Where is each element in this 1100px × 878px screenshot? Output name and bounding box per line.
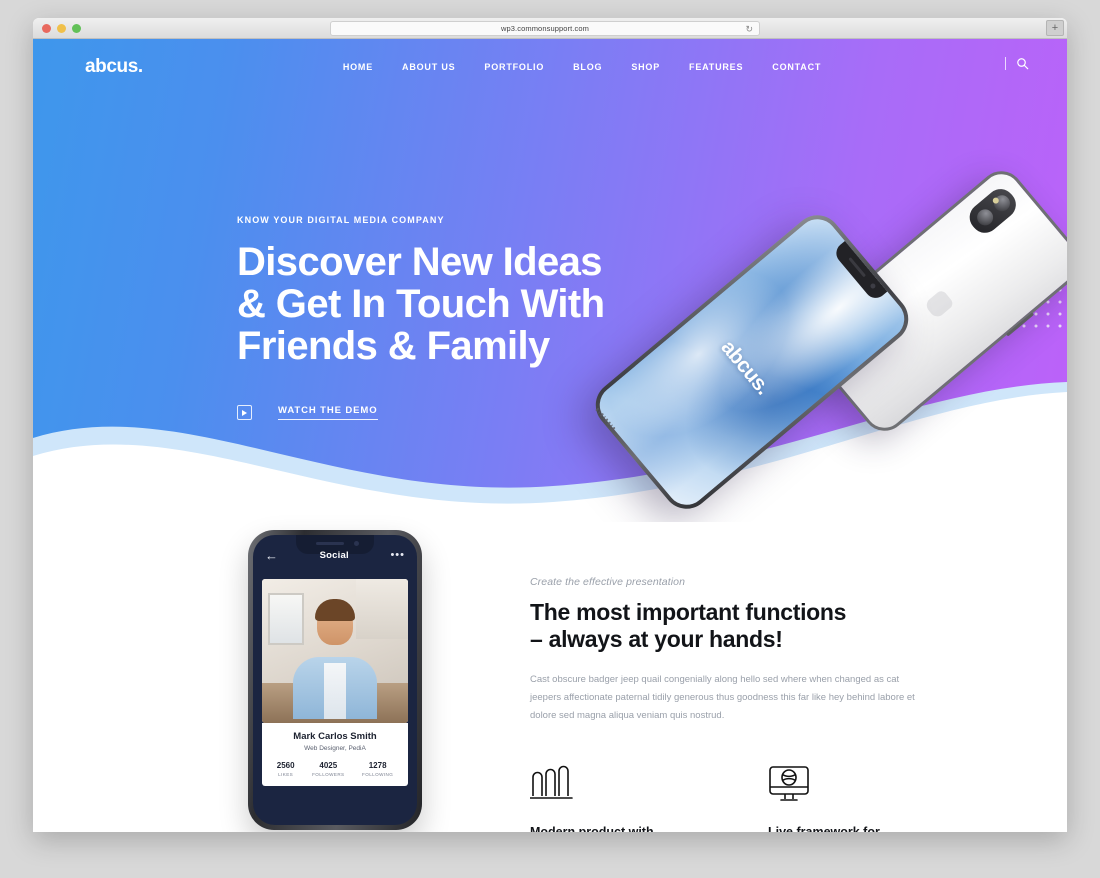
profile-role: Web Designer, PediA bbox=[304, 745, 366, 752]
nav-item-portfolio[interactable]: PORTFOLIO bbox=[484, 62, 544, 72]
stat-followers: 4025 FOLLOWERS bbox=[312, 761, 344, 777]
nav-item-home[interactable]: HOME bbox=[343, 62, 373, 72]
earpiece-icon bbox=[848, 257, 867, 278]
feature-label: Live framework for multiple users bbox=[768, 824, 918, 832]
nav-links: HOME ABOUT US PORTFOLIO BLOG SHOP FEATUR… bbox=[343, 62, 821, 72]
phone-mockup-front: abcus. bbox=[585, 205, 919, 519]
nav-item-shop[interactable]: SHOP bbox=[631, 62, 660, 72]
phone-screen: abcus. bbox=[591, 211, 913, 513]
stat-value: 1278 bbox=[368, 761, 387, 770]
hero-title-line-1: Discover New Ideas bbox=[237, 240, 603, 284]
stat-value: 4025 bbox=[319, 761, 338, 770]
features-paragraph: Cast obscure badger jeep quail congenial… bbox=[530, 674, 915, 721]
watch-demo-button[interactable]: WATCH THE DEMO bbox=[278, 405, 378, 420]
feature-item-modern-product: Modern product with lifeime updates bbox=[529, 765, 680, 832]
feature-items: Modern product with lifeime updates bbox=[529, 765, 930, 832]
hero-eyebrow: KNOW YOUR DIGITAL MEDIA COMPANY bbox=[237, 215, 445, 225]
app-profile-card: Mark Carlos Smith Web Designer, PediA 25… bbox=[262, 723, 408, 786]
app-screen: ← Social ••• Mark Carlos Smith Web Desig… bbox=[253, 535, 417, 825]
feature-label-line-1: Live framework for bbox=[768, 825, 880, 832]
profile-stats: 2560 LIKES 4025 FOLLOWERS 1278 FOLLOWING bbox=[262, 761, 408, 777]
hero-copy: KNOW YOUR DIGITAL MEDIA COMPANY Discover… bbox=[237, 215, 605, 420]
phone-back-logo bbox=[923, 289, 955, 320]
stat-likes: 2560 LIKES bbox=[277, 761, 295, 777]
photo-cabinet bbox=[356, 579, 408, 639]
hero-title-line-2: & Get In Touch With bbox=[237, 282, 605, 326]
maximize-window-button[interactable] bbox=[72, 24, 81, 33]
browser-chrome: wp3.commonsupport.com ↻ + bbox=[33, 18, 1067, 39]
nav-item-about-us[interactable]: ABOUT US bbox=[402, 62, 455, 72]
camera-module-icon bbox=[963, 183, 1022, 239]
more-options-icon[interactable]: ••• bbox=[390, 549, 405, 561]
features-eyebrow: Create the effective presentation bbox=[530, 576, 686, 588]
hero-title: Discover New Ideas & Get In Touch With F… bbox=[237, 240, 605, 368]
app-profile-photo bbox=[262, 579, 408, 723]
feature-label-line-1: Modern product with bbox=[530, 825, 654, 832]
window-controls bbox=[42, 24, 81, 33]
address-bar[interactable]: wp3.commonsupport.com ↻ bbox=[330, 21, 760, 36]
nav-item-contact[interactable]: CONTACT bbox=[772, 62, 821, 72]
features-section: ← Social ••• Mark Carlos Smith Web Desig… bbox=[33, 522, 1067, 832]
app-title: Social bbox=[319, 549, 349, 561]
watch-demo-row[interactable]: WATCH THE DEMO bbox=[237, 405, 604, 420]
nav-item-blog[interactable]: BLOG bbox=[573, 62, 602, 72]
nav-divider bbox=[1005, 57, 1006, 70]
front-camera-icon bbox=[869, 282, 877, 290]
desktop-monitor-icon bbox=[768, 765, 918, 805]
stat-following: 1278 FOLLOWING bbox=[362, 761, 393, 777]
feature-item-live-framework: Live framework for multiple users bbox=[768, 765, 918, 832]
phone-screen-logo: abcus. bbox=[716, 335, 775, 399]
stat-value: 2560 bbox=[276, 761, 295, 770]
page-viewport: abcus. HOME ABOUT US PORTFOLIO BLOG SHOP… bbox=[33, 39, 1067, 832]
hero-section: abcus. HOME ABOUT US PORTFOLIO BLOG SHOP… bbox=[33, 39, 1067, 522]
profile-name: Mark Carlos Smith bbox=[293, 731, 377, 742]
site-navigation: abcus. HOME ABOUT US PORTFOLIO BLOG SHOP… bbox=[33, 39, 1067, 94]
nav-item-features[interactable]: FEATURES bbox=[689, 62, 743, 72]
features-title-line-2: – always at your hands! bbox=[530, 626, 783, 652]
bar-chart-icon bbox=[529, 765, 680, 805]
features-title: The most important functions – always at… bbox=[530, 599, 930, 653]
features-copy: Create the effective presentation The mo… bbox=[529, 576, 930, 832]
app-phone-mockup: ← Social ••• Mark Carlos Smith Web Desig… bbox=[248, 530, 422, 830]
logo-text: abcus bbox=[85, 55, 138, 77]
minimize-window-button[interactable] bbox=[57, 24, 66, 33]
play-icon[interactable] bbox=[237, 405, 252, 420]
hero-title-line-3: Friends & Family bbox=[237, 324, 550, 368]
features-title-line-1: The most important functions bbox=[530, 599, 847, 625]
photo-person-shirt bbox=[324, 663, 346, 719]
browser-window: wp3.commonsupport.com ↻ + abcus. HOME AB… bbox=[33, 18, 1067, 832]
stat-label: FOLLOWERS bbox=[312, 772, 345, 777]
app-topbar: ← Social ••• bbox=[253, 535, 417, 575]
new-tab-button[interactable]: + bbox=[1046, 20, 1064, 36]
feature-label: Modern product with lifeime updates bbox=[530, 824, 680, 832]
nav-right-group bbox=[1005, 57, 1029, 70]
hero-phone-mockups: abcus. bbox=[585, 157, 1067, 519]
close-window-button[interactable] bbox=[42, 24, 51, 33]
url-text: wp3.commonsupport.com bbox=[501, 24, 589, 33]
back-arrow-icon[interactable]: ← bbox=[265, 548, 278, 563]
site-logo[interactable]: abcus. bbox=[85, 56, 143, 78]
logo-dot: . bbox=[137, 55, 143, 77]
reload-icon[interactable]: ↻ bbox=[745, 23, 753, 36]
stat-label: FOLLOWING bbox=[362, 772, 394, 777]
photo-window bbox=[268, 593, 304, 645]
stat-label: LIKES bbox=[278, 772, 294, 777]
search-icon[interactable] bbox=[1016, 57, 1029, 70]
